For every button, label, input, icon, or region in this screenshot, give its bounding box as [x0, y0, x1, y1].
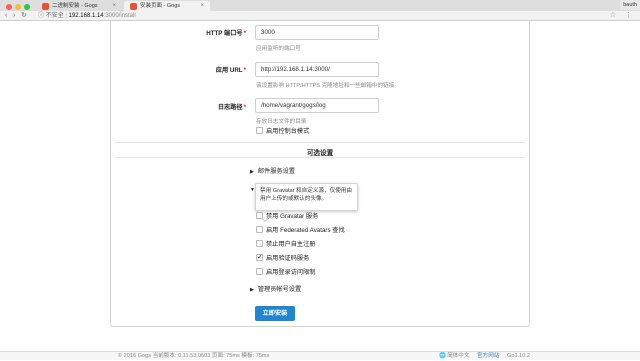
- info-icon: ⓘ: [38, 13, 45, 19]
- tab-title: 安装页面 - Gogs: [140, 3, 181, 9]
- gogs-favicon-icon: [42, 3, 49, 10]
- gravatar-tooltip: 禁用 Gravatar 和自定义源，仅使用由用户上传的或默认的头像。: [255, 183, 358, 211]
- url-host: 192.168.1.14: [68, 13, 104, 19]
- tab-title: 二进制安装 - Gogs: [52, 3, 98, 9]
- log-path-label: 日志路径*: [217, 104, 246, 111]
- browser-menu-icon[interactable]: ⋮: [625, 11, 632, 21]
- caret-right-icon: ▶: [250, 287, 254, 293]
- checkbox-box[interactable]: [256, 240, 263, 247]
- back-icon[interactable]: ‹: [5, 11, 7, 21]
- caret-right-icon: ▶: [250, 169, 254, 175]
- profile-badge[interactable]: bauth: [620, 0, 640, 10]
- checkbox-box[interactable]: [256, 212, 263, 219]
- app-url-input[interactable]: http://192.168.1.14:3000/: [255, 62, 379, 77]
- app-url-help: 该设置影响 HTTP/HTTPS 克隆地址和一些邮箱中的链接。: [256, 83, 400, 89]
- install-button[interactable]: 立即安装: [255, 306, 295, 321]
- option-label: 启用验证码服务: [266, 255, 310, 262]
- language-selector[interactable]: 简体中文: [447, 353, 469, 359]
- website-link[interactable]: 官方网站: [477, 353, 499, 359]
- email-settings-toggle[interactable]: ▶ 邮件服务设置: [250, 166, 295, 175]
- app-url-label: 应用 URL*: [215, 67, 246, 74]
- globe-icon: 🌐: [439, 353, 447, 359]
- insecure-label: 不安全: [45, 13, 64, 19]
- log-path-help: 存放日志文件的目录: [256, 119, 307, 125]
- checkbox-box[interactable]: [256, 268, 263, 275]
- optional-settings-title: 可选设置: [306, 150, 334, 157]
- maximize-window-icon[interactable]: [24, 4, 30, 10]
- footer: © 2016 Gogs 当前版本: 0.11.53.0603 页面: 75ms …: [0, 351, 640, 360]
- http-port-help: 应用监听的端口号: [256, 46, 301, 52]
- checkbox-box[interactable]: [256, 226, 263, 233]
- url[interactable]: ⓘ 不安全 | 192.168.1.14:3000/install: [38, 11, 136, 21]
- option-label: 禁用 Gravatar 服务: [266, 213, 319, 220]
- divider: [115, 142, 525, 143]
- divider: [115, 157, 525, 158]
- forward-icon[interactable]: ›: [13, 11, 15, 21]
- checkbox-box[interactable]: [256, 127, 263, 134]
- bookmark-star-icon[interactable]: ☆: [610, 11, 616, 21]
- address-bar[interactable]: ‹ › ↻ ⓘ 不安全 | 192.168.1.14:3000/install …: [0, 11, 640, 21]
- option-label: 启用 Federated Avatars 查找: [266, 227, 345, 234]
- option-label: 启用登录访问限制: [266, 269, 316, 276]
- gogs-favicon-icon: [130, 3, 137, 10]
- option-label: 禁止用户自主注册: [266, 241, 316, 248]
- url-path: :3000/install: [103, 13, 136, 19]
- log-path-input[interactable]: /home/vagrant/gogs/log: [255, 98, 379, 113]
- browser-chrome: 二进制安装 - Gogs × 安装页面 - Gogs × ‹ › ↻ ⓘ 不安全…: [0, 0, 640, 21]
- http-port-label: HTTP 端口号*: [206, 30, 246, 37]
- checkbox-box[interactable]: [256, 253, 263, 262]
- install-page: HTTP 端口号* 3000 应用监听的端口号 应用 URL* http://1…: [0, 21, 640, 360]
- go-version: Go1.10.2: [506, 353, 530, 359]
- http-port-input[interactable]: 3000: [255, 25, 379, 40]
- admin-account-toggle[interactable]: ▶ 管理员帐号设置: [250, 284, 301, 293]
- console-mode-label: 启用控制台模式: [266, 128, 310, 135]
- minimize-window-icon[interactable]: [15, 4, 21, 10]
- reload-icon[interactable]: ↻: [21, 11, 27, 21]
- close-window-icon[interactable]: [6, 4, 12, 10]
